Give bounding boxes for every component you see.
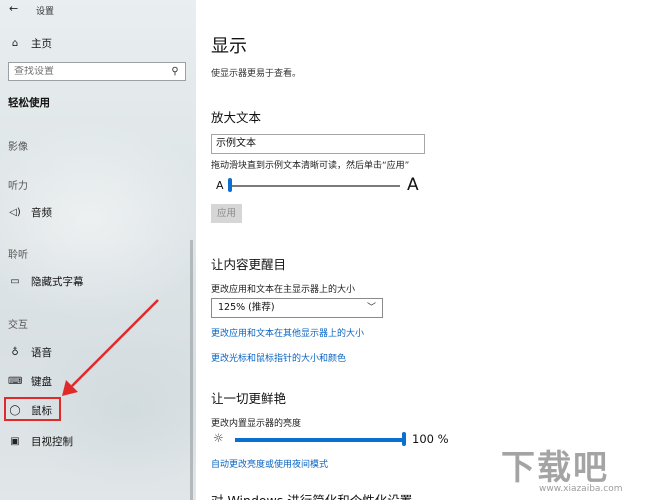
home-icon: ⌂ bbox=[11, 38, 19, 49]
settings-sidebar: ← 设置 ⌂ 主页 ⚲ 轻松使用 影像 听力 ◁) 音频 聆听 ▭ 隐藏式字幕 … bbox=[0, 0, 196, 500]
sidebar-item-label: 键盘 bbox=[31, 376, 52, 388]
enlarge-text-heading: 放大文本 bbox=[211, 110, 262, 125]
slider-track[interactable] bbox=[229, 185, 400, 187]
back-arrow-icon[interactable]: ← bbox=[9, 2, 18, 15]
site-watermark: 下载吧 www.xiazaiba.com bbox=[497, 440, 647, 498]
sidebar-item-label: 隐藏式字幕 bbox=[31, 276, 84, 288]
brightness-value: 100 % bbox=[412, 432, 449, 446]
text-size-slider[interactable]: A A bbox=[216, 175, 431, 195]
sidebar-item-label: 目视控制 bbox=[31, 436, 73, 448]
keyboard-icon: ⌨ bbox=[8, 376, 23, 387]
microphone-icon: ♁ bbox=[11, 347, 19, 358]
slider-min-label: A bbox=[216, 179, 224, 192]
brightness-sun-icon: ☼ bbox=[213, 431, 224, 445]
slider-max-label: A bbox=[407, 175, 419, 195]
sidebar-item-captions[interactable]: ▭ 隐藏式字幕 bbox=[8, 274, 84, 289]
slider-thumb[interactable] bbox=[402, 432, 406, 446]
slider-fill bbox=[235, 438, 405, 442]
chevron-down-icon: ﹀ bbox=[366, 303, 376, 313]
apply-button[interactable]: 应用 bbox=[211, 204, 242, 223]
page-title: 显示 bbox=[211, 36, 247, 57]
sidebar-group-title: 轻松使用 bbox=[8, 97, 50, 109]
sidebar-item-label: 音频 bbox=[31, 207, 52, 219]
scale-dropdown-value: 125% (推荐) bbox=[218, 302, 275, 313]
section-vision: 影像 bbox=[8, 142, 28, 153]
captions-icon: ▭ bbox=[10, 276, 20, 287]
enlarge-text-instruction: 拖动滑块直到示例文本清晰可读，然后单击“应用” bbox=[211, 161, 410, 171]
sample-text-preview: 示例文本 bbox=[211, 134, 425, 154]
brightness-label: 更改内置显示器的亮度 bbox=[211, 419, 302, 429]
brightness-slider[interactable]: ☼ 100 % bbox=[213, 431, 453, 448]
sidebar-item-home[interactable]: ⌂ 主页 bbox=[8, 36, 52, 51]
search-icon[interactable]: ⚲ bbox=[165, 66, 185, 77]
sidebar-item-speech[interactable]: ♁ 语音 bbox=[8, 345, 52, 360]
scale-label: 更改应用和文本在主显示器上的大小 bbox=[211, 285, 356, 295]
brighter-heading: 让一切更鲜艳 bbox=[211, 391, 287, 406]
section-interaction: 交互 bbox=[8, 320, 28, 331]
search-box[interactable]: ⚲ bbox=[8, 62, 186, 81]
night-light-link[interactable]: 自动更改亮度或使用夜间模式 bbox=[211, 457, 328, 470]
speaker-icon: ◁) bbox=[9, 207, 21, 218]
sidebar-item-keyboard[interactable]: ⌨ 键盘 bbox=[8, 374, 52, 389]
personalize-heading-partial: 对 Windows 进行简化和个性化设置 bbox=[211, 490, 412, 500]
watermark-logo-text: 下载吧 bbox=[501, 448, 609, 488]
section-hearing-2: 聆听 bbox=[8, 250, 28, 261]
sidebar-item-eye-control[interactable]: ▣ 目视控制 bbox=[8, 434, 73, 449]
cursor-pointer-size-link[interactable]: 更改光标和鼠标指针的大小和颜色 bbox=[211, 351, 346, 364]
sidebar-scrollbar[interactable] bbox=[190, 240, 193, 500]
mouse-highlight-box bbox=[4, 397, 61, 421]
page-description: 使显示器更易于查看。 bbox=[211, 69, 302, 79]
sidebar-item-audio[interactable]: ◁) 音频 bbox=[8, 205, 52, 220]
sidebar-item-label: 主页 bbox=[31, 38, 52, 50]
watermark-url: www.xiazaiba.com bbox=[539, 484, 623, 494]
sidebar-item-label: 语音 bbox=[31, 347, 52, 359]
other-display-scale-link[interactable]: 更改应用和文本在其他显示器上的大小 bbox=[211, 326, 364, 339]
section-hearing: 听力 bbox=[8, 181, 28, 192]
slider-thumb[interactable] bbox=[228, 178, 232, 192]
sidebar-background-glow bbox=[0, 120, 196, 320]
window-title: 设置 bbox=[36, 7, 55, 17]
eye-control-icon: ▣ bbox=[10, 436, 20, 447]
search-input[interactable] bbox=[14, 66, 165, 77]
make-bigger-heading: 让内容更醒目 bbox=[211, 257, 287, 272]
scale-dropdown[interactable]: 125% (推荐) ﹀ bbox=[211, 298, 383, 318]
display-settings-page: 显示 使显示器更易于查看。 放大文本 示例文本 拖动滑块直到示例文本清晰可读，然… bbox=[196, 0, 651, 500]
